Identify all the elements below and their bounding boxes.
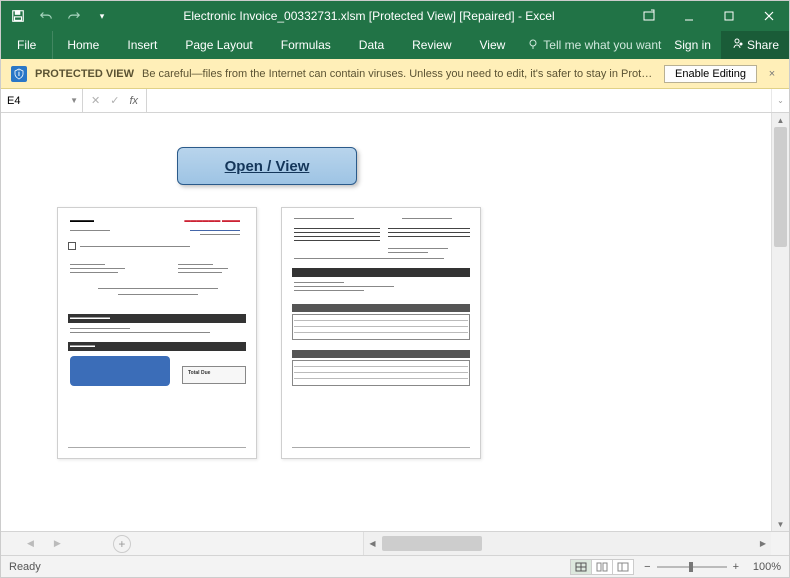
sheet-nav-next-icon[interactable]: ▶	[48, 538, 67, 549]
tab-formulas[interactable]: Formulas	[267, 31, 345, 59]
scroll-up-icon[interactable]: ▲	[772, 113, 789, 127]
vertical-scrollbar[interactable]: ▲ ▼	[771, 113, 789, 531]
tab-data[interactable]: Data	[345, 31, 398, 59]
protected-view-bar: i PROTECTED VIEW Be careful—files from t…	[1, 59, 789, 89]
tab-page-layout[interactable]: Page Layout	[171, 31, 266, 59]
close-button[interactable]	[749, 1, 789, 31]
spreadsheet-grid: Open / View ▬▬▬▬ ▬▬▬▬▬▬ ▬▬▬	[1, 113, 789, 531]
enable-editing-button[interactable]: Enable Editing	[664, 65, 757, 83]
sheet-tabs: ◀ ▶ +	[1, 535, 363, 553]
formula-input[interactable]	[147, 89, 771, 112]
vertical-scroll-thumb[interactable]	[774, 127, 787, 247]
scroll-right-icon[interactable]: ▶	[755, 539, 771, 548]
tab-insert[interactable]: Insert	[113, 31, 171, 59]
status-ready: Ready	[9, 561, 571, 573]
thumbnail-2-content	[282, 208, 480, 458]
grid-content[interactable]: Open / View ▬▬▬▬ ▬▬▬▬▬▬ ▬▬▬	[1, 113, 771, 531]
formula-bar-buttons: ✕ ✓ fx	[83, 89, 147, 112]
page-break-view-button[interactable]	[612, 559, 634, 575]
tab-view[interactable]: View	[466, 31, 520, 59]
sheet-tab-bar: ◀ ▶ + ◀ ▶	[1, 531, 789, 555]
horizontal-scrollbar[interactable]: ◀ ▶	[363, 532, 771, 555]
zoom-track[interactable]	[657, 566, 727, 568]
tab-home[interactable]: Home	[53, 31, 113, 59]
share-button[interactable]: Share	[721, 31, 789, 59]
sheet-nav-prev-icon[interactable]: ◀	[21, 538, 40, 549]
protected-view-title: PROTECTED VIEW	[35, 68, 134, 80]
zoom-slider[interactable]: − +	[644, 561, 739, 573]
name-box[interactable]: E4 ▼	[1, 89, 83, 112]
protected-view-message: Be careful—files from the Internet can c…	[142, 68, 656, 80]
minimize-button[interactable]	[669, 1, 709, 31]
undo-icon[interactable]	[39, 9, 53, 23]
cancel-formula-icon[interactable]: ✕	[91, 94, 100, 107]
formula-bar: E4 ▼ ✕ ✓ fx ⌄	[1, 89, 789, 113]
scroll-down-icon[interactable]: ▼	[772, 517, 789, 531]
file-tab[interactable]: File	[1, 31, 53, 59]
qat-customize-icon[interactable]: ▾	[95, 9, 109, 23]
open-view-label: Open / View	[225, 158, 310, 175]
tell-me-placeholder: Tell me what you want to do...	[543, 38, 664, 52]
document-thumbnail-2	[281, 207, 481, 459]
quick-access-toolbar: ▾	[1, 9, 109, 23]
zoom-percent[interactable]: 100%	[739, 561, 781, 573]
ribbon-tabs: File Home Insert Page Layout Formulas Da…	[1, 31, 789, 59]
share-label: Share	[747, 38, 779, 52]
formula-bar-expand-icon[interactable]: ⌄	[771, 89, 789, 112]
status-bar: Ready − + 100%	[1, 555, 789, 577]
page-layout-view-button[interactable]	[591, 559, 613, 575]
document-thumbnail-1: ▬▬▬▬ ▬▬▬▬▬▬ ▬▬▬ ▬▬▬▬▬▬▬▬	[57, 207, 257, 459]
tell-me-search[interactable]: Tell me what you want to do...	[519, 31, 664, 59]
scroll-left-icon[interactable]: ◀	[364, 539, 380, 548]
protected-view-close-icon[interactable]: ×	[765, 68, 779, 80]
maximize-button[interactable]	[709, 1, 749, 31]
fx-icon[interactable]: fx	[129, 95, 138, 107]
lightbulb-icon	[527, 38, 539, 53]
horizontal-scroll-thumb[interactable]	[382, 536, 482, 551]
share-icon	[731, 38, 743, 53]
window-titlebar: ▾ Electronic Invoice_00332731.xlsm [Prot…	[1, 1, 789, 31]
accept-formula-icon[interactable]: ✓	[110, 94, 119, 107]
window-title: Electronic Invoice_00332731.xlsm [Protec…	[109, 9, 629, 23]
thumbnail-1-content: ▬▬▬▬ ▬▬▬▬▬▬ ▬▬▬ ▬▬▬▬▬▬▬▬	[58, 208, 256, 458]
redo-icon[interactable]	[67, 9, 81, 23]
ribbon-display-options-icon[interactable]	[629, 1, 669, 31]
open-view-button[interactable]: Open / View	[177, 147, 357, 185]
view-mode-buttons	[571, 559, 634, 575]
signin-link[interactable]: Sign in	[664, 31, 721, 59]
save-icon[interactable]	[11, 9, 25, 23]
shield-icon: i	[11, 66, 27, 82]
zoom-thumb[interactable]	[689, 562, 693, 572]
add-sheet-button[interactable]: +	[113, 535, 131, 553]
cell-reference: E4	[7, 95, 20, 107]
tab-review[interactable]: Review	[398, 31, 465, 59]
window-controls	[629, 1, 789, 31]
name-box-dropdown-icon[interactable]: ▼	[70, 96, 78, 105]
zoom-out-button[interactable]: −	[644, 561, 650, 573]
normal-view-button[interactable]	[570, 559, 592, 575]
svg-text:i: i	[18, 71, 20, 78]
